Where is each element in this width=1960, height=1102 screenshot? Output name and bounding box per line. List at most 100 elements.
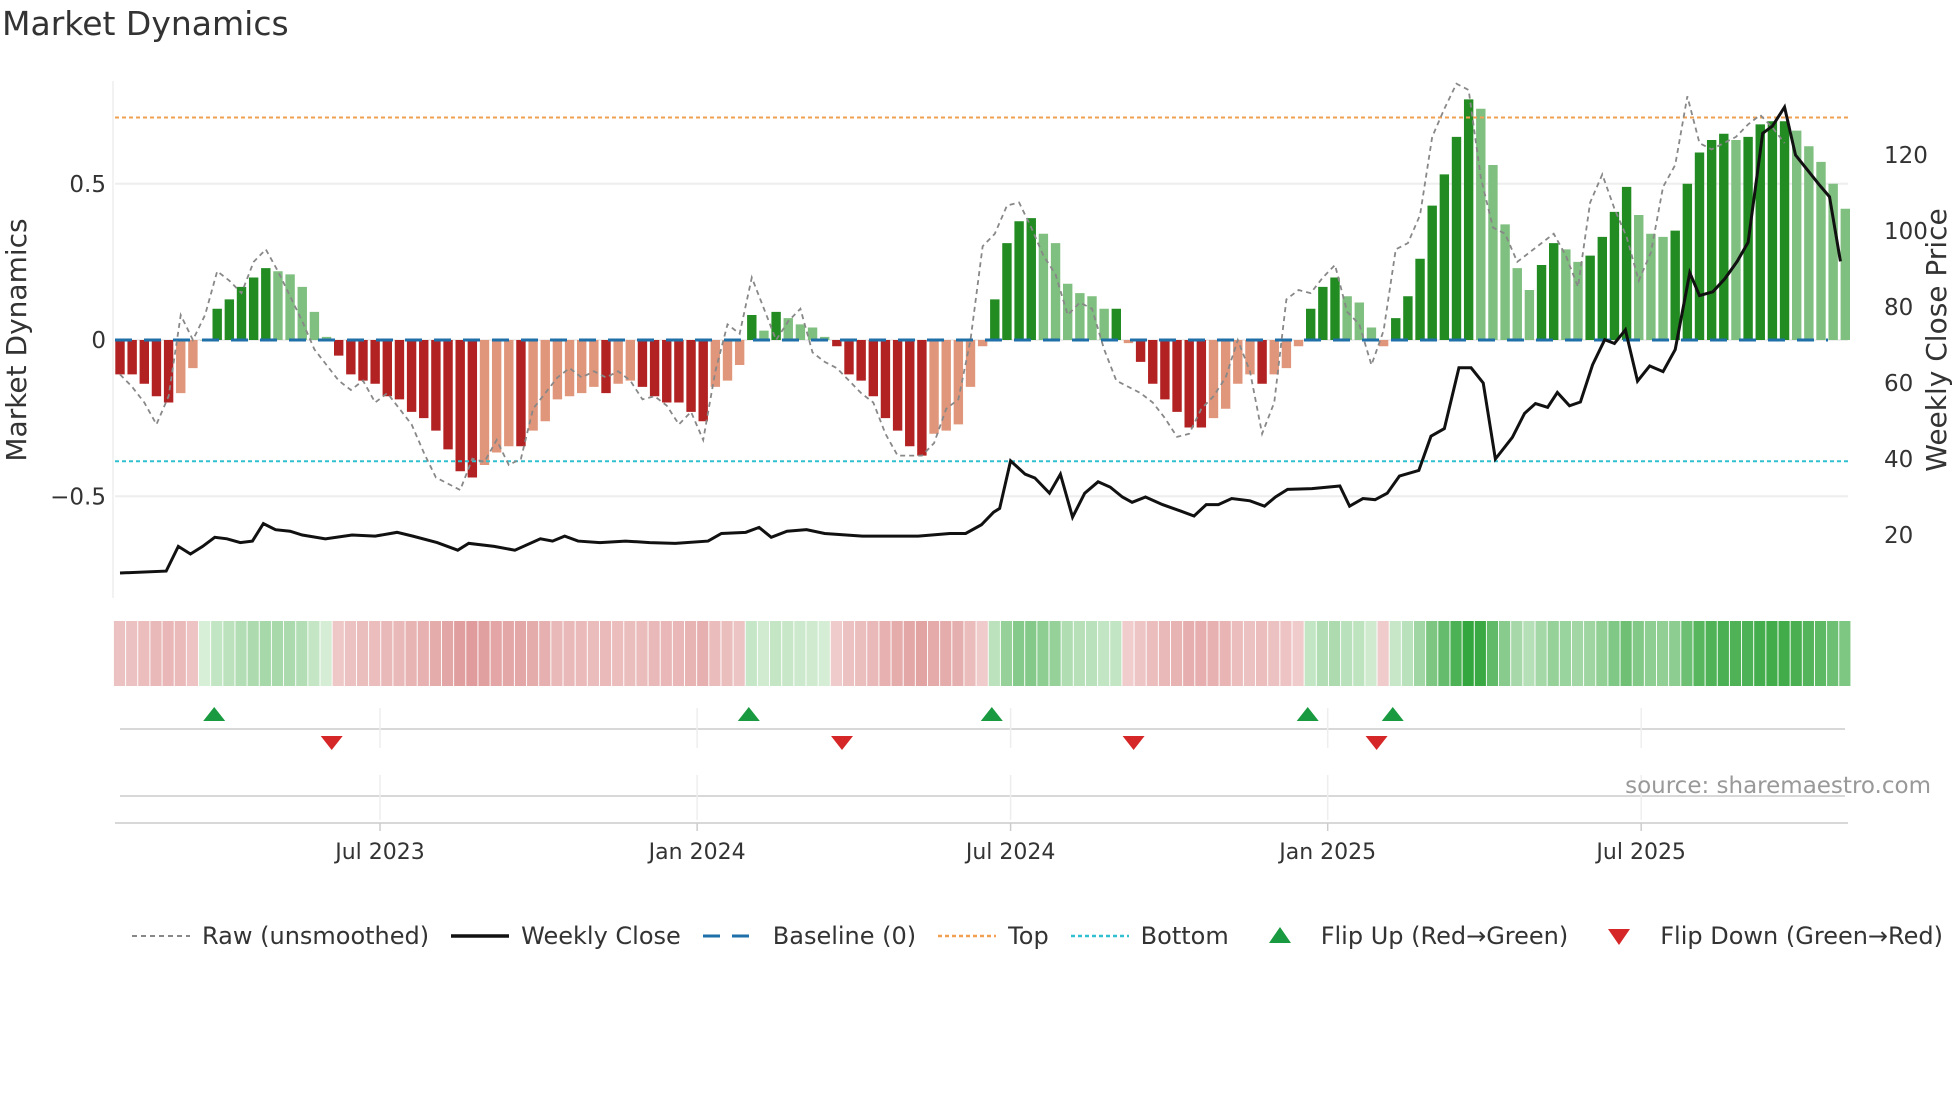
momentum-bar: [1719, 133, 1729, 340]
momentum-bar: [905, 340, 915, 447]
y2-axis-title: Weekly Close Price: [1920, 208, 1953, 471]
heat-strip-cell: [879, 621, 891, 686]
flip-up-marker: [1381, 707, 1404, 721]
momentum-bar: [1706, 140, 1717, 340]
heat-strip-cell: [1547, 621, 1559, 686]
momentum-bar: [1488, 165, 1498, 340]
heat-strip-cell: [1523, 621, 1535, 686]
heat-strip-cell: [1353, 621, 1365, 686]
momentum-bar: [1245, 340, 1255, 375]
heat-strip-cell: [1146, 621, 1158, 686]
momentum-bar: [346, 340, 356, 375]
momentum-bar: [1597, 236, 1607, 340]
heat-strip-cell: [927, 621, 940, 686]
momentum-bar: [868, 340, 878, 397]
momentum-bar: [309, 311, 320, 340]
heat-strip-cell: [393, 621, 405, 686]
legend-label: Weekly Close: [521, 922, 681, 950]
heat-strip-cell: [1328, 621, 1341, 686]
heat-strip-cell: [478, 621, 490, 686]
momentum-bar: [151, 340, 162, 397]
heat-strip-cell: [575, 621, 587, 686]
momentum-bar: [1160, 340, 1170, 400]
heat-strip: [113, 621, 1851, 686]
heat-strip-cell: [1742, 621, 1754, 686]
heat-strip-cell: [1037, 621, 1049, 686]
heat-strip-cell: [1183, 621, 1195, 686]
heat-strip-cell: [1462, 621, 1474, 686]
heat-strip-cell: [563, 621, 575, 686]
momentum-bar: [649, 340, 660, 397]
source-label: source: sharemaestro.com: [1625, 773, 1931, 799]
heat-strip-cell: [381, 621, 393, 686]
momentum-bar: [1281, 340, 1292, 369]
heat-strip-cell: [490, 621, 502, 686]
momentum-bar: [1682, 183, 1693, 340]
heat-strip-cell: [1256, 621, 1268, 686]
momentum-bar: [1172, 340, 1182, 412]
momentum-bar: [406, 340, 417, 412]
momentum-bars: [115, 99, 1850, 478]
heat-strip-cell: [1729, 621, 1742, 686]
heat-strip-cell: [1280, 621, 1292, 686]
y-tick-label: 0.5: [69, 172, 106, 198]
heat-strip-cell: [684, 621, 697, 686]
momentum-bar: [261, 268, 271, 340]
momentum-bar: [674, 340, 684, 403]
momentum-bar: [1536, 265, 1547, 340]
x-tick-label: Jul 2023: [333, 840, 425, 865]
momentum-bar: [1694, 152, 1705, 340]
flip-down-marker: [831, 736, 853, 750]
momentum-bar: [710, 340, 721, 387]
heat-strip-cell: [1207, 621, 1219, 686]
bottom-swatch-icon: [1070, 934, 1129, 938]
flip-up-marker: [1296, 707, 1319, 721]
momentum-bar: [467, 340, 478, 478]
momentum-bar: [297, 286, 307, 340]
heat-strip-cell: [1705, 621, 1717, 686]
heat-strip-cell: [1085, 621, 1098, 686]
momentum-bar: [419, 340, 429, 419]
momentum-bar: [248, 277, 259, 340]
heat-strip-cell: [1426, 621, 1438, 686]
legend-item-bottom: Bottom: [1070, 922, 1229, 950]
heat-strip-cell: [745, 621, 757, 686]
heat-strip-cell: [733, 621, 745, 686]
heat-strip-cell: [1584, 621, 1596, 686]
heat-strip-cell: [988, 621, 1000, 686]
heat-strip-cell: [855, 621, 867, 686]
heat-strip-cell: [405, 621, 417, 686]
heat-strip-cell: [1231, 621, 1243, 686]
heat-strip-cell: [1377, 621, 1389, 686]
heat-strip-cell: [1644, 621, 1657, 686]
raw-line: [119, 82, 1786, 492]
momentum-bar: [807, 327, 818, 340]
momentum-bar: [1342, 296, 1352, 340]
momentum-bar: [1075, 293, 1085, 340]
momentum-bar: [1427, 205, 1437, 340]
momentum-bar: [1463, 99, 1474, 340]
momentum-bar: [1111, 308, 1121, 340]
momentum-bar: [965, 340, 976, 387]
y-tick-label: 0: [91, 328, 106, 354]
momentum-bar: [1038, 233, 1049, 340]
heat-strip-cell: [1025, 621, 1037, 686]
heat-strip-cell: [1219, 621, 1231, 686]
y2-tick-label: 120: [1884, 143, 1928, 169]
heat-strip-cell: [271, 621, 284, 686]
momentum-bar: [880, 340, 891, 419]
heat-strip-cell: [223, 621, 235, 686]
heat-strip-cell: [211, 621, 223, 686]
momentum-bar: [1451, 136, 1462, 340]
heat-strip-cell: [1499, 621, 1511, 686]
triangle-up-icon: [1268, 927, 1291, 943]
flip-down-marker: [320, 736, 343, 750]
momentum-bar: [1403, 296, 1413, 340]
momentum-bar: [1415, 258, 1425, 340]
heat-strip-cell: [1450, 621, 1462, 686]
momentum-bar: [127, 340, 137, 375]
heat-strip-cell: [551, 621, 563, 686]
heat-strip-cell: [1474, 621, 1486, 686]
legend-item-flip-down: Flip Down (Green→Red): [1590, 922, 1943, 950]
momentum-bar: [431, 340, 441, 431]
